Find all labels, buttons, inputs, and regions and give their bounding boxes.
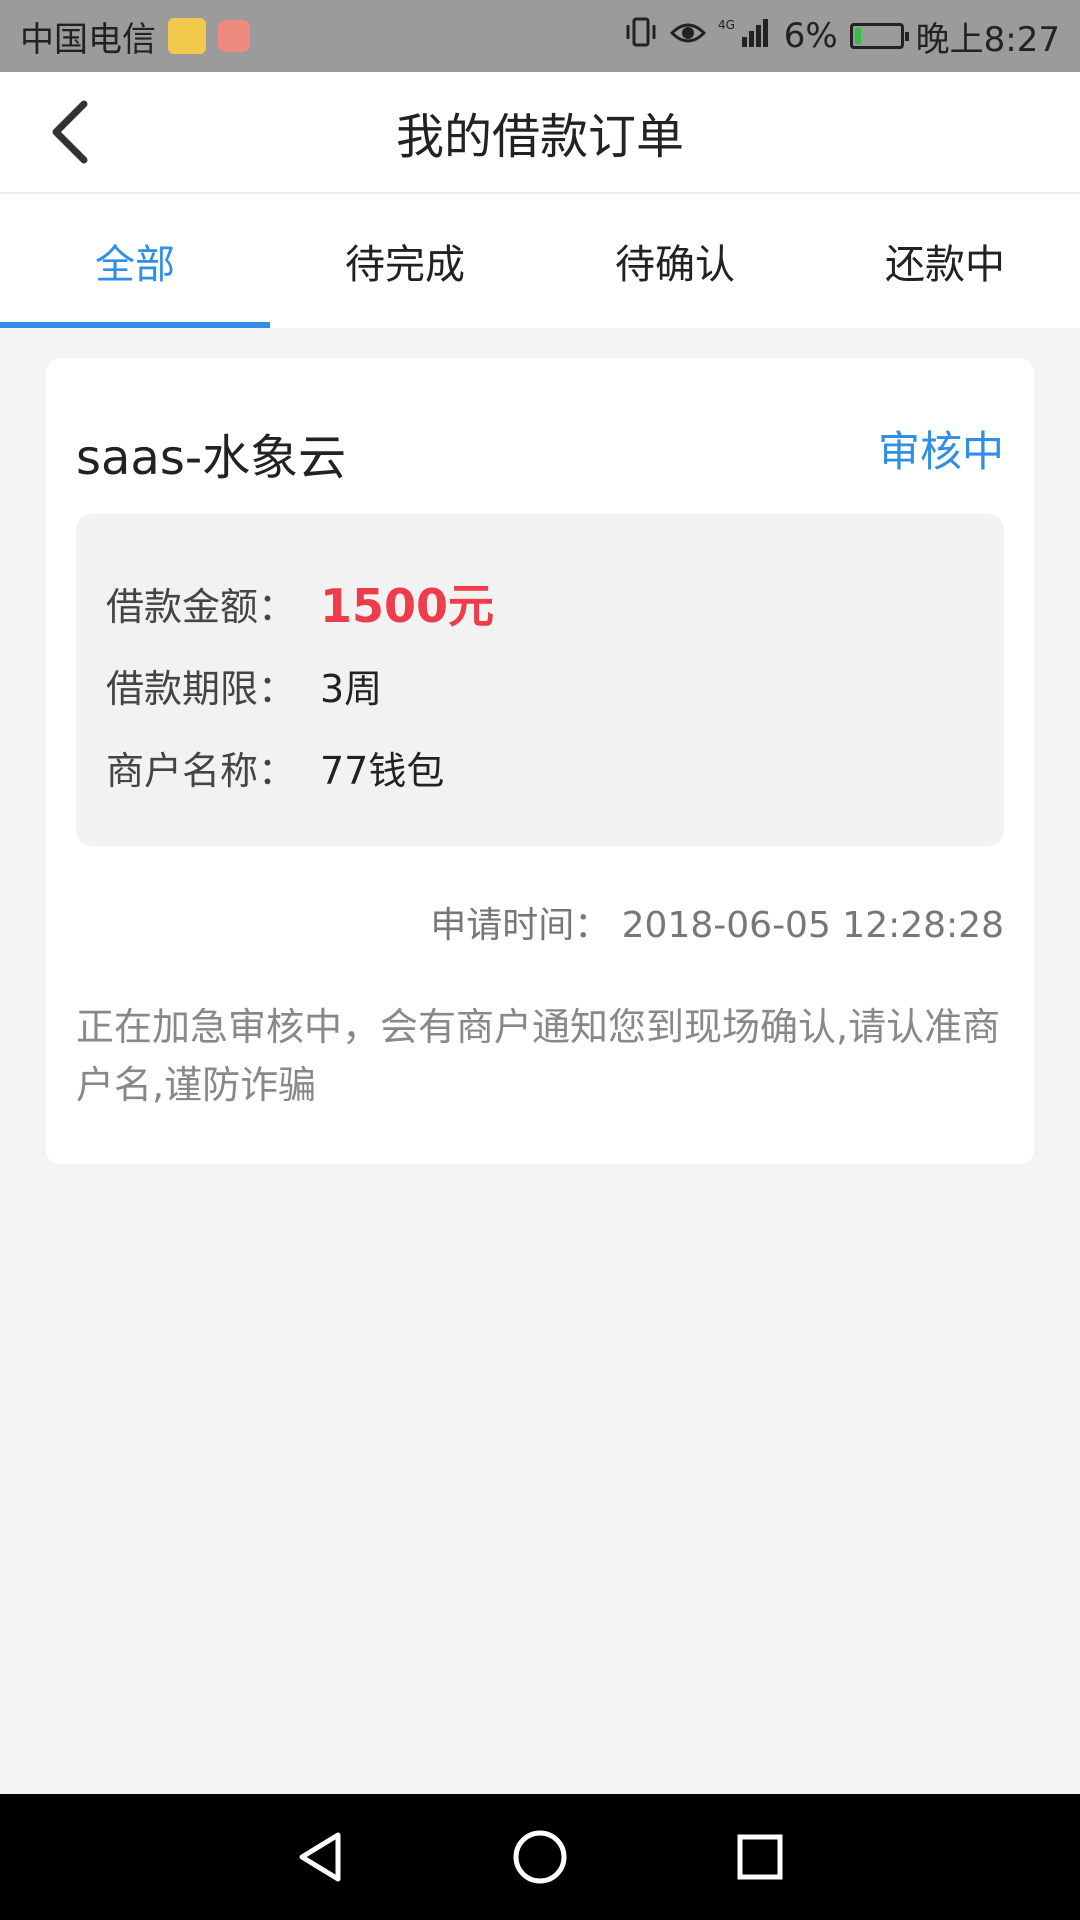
eye-icon — [669, 16, 706, 56]
navigation-bar — [0, 1794, 1080, 1920]
header: 我的借款订单 — [0, 72, 1080, 194]
chevron-left-icon — [52, 100, 88, 164]
nav-recents-button[interactable] — [725, 1822, 795, 1892]
detail-row-term: 借款期限： 3周 — [106, 658, 382, 713]
square-recents-icon — [737, 1834, 783, 1880]
back-button[interactable] — [30, 92, 110, 172]
notice-text: 正在加急审核中，会有商户通知您到现场确认,请认准商户名,谨防诈骗 — [76, 1005, 1001, 1107]
tab-bar: 全部 待完成 待确认 还款中 — [0, 194, 1080, 328]
merchant-value: 77钱包 — [320, 749, 445, 793]
network-label: 4G — [718, 18, 735, 32]
nav-back-button[interactable] — [285, 1822, 355, 1892]
order-details: 借款金额： 1500元 借款期限： 3周 商户名称： 77钱包 — [76, 514, 1004, 846]
app-notification-icon — [168, 18, 206, 54]
status-right: 4G 6% 晚上8:27 — [624, 12, 1060, 61]
term-value: 3周 — [320, 667, 383, 711]
tab-all[interactable]: 全部 — [0, 194, 270, 328]
vibrate-icon — [624, 15, 658, 58]
detail-row-amount: 借款金额： 1500元 — [106, 570, 494, 636]
apply-time: 申请时间： 2018-06-05 12:28:28 — [430, 905, 1004, 946]
merchant-label: 商户名称： — [106, 749, 297, 793]
detail-row-merchant: 商户名称： 77钱包 — [106, 740, 444, 795]
order-status: 审核中 — [877, 427, 1004, 476]
tab-repaying[interactable]: 还款中 — [810, 194, 1080, 328]
amount-label: 借款金额： — [106, 584, 297, 629]
order-card[interactable]: saas-水象云 审核中 借款金额： 1500元 借款期限： 3周 商户名称： … — [46, 358, 1034, 1164]
circle-home-icon — [513, 1830, 567, 1884]
battery-icon — [849, 23, 909, 49]
mail-notification-icon — [218, 20, 250, 52]
signal-icon: 4G — [718, 15, 772, 58]
term-label: 借款期限： — [106, 667, 297, 711]
page-title: 我的借款订单 — [395, 109, 684, 165]
status-left: 中国电信 — [20, 12, 250, 61]
battery-percent: 6% — [783, 16, 838, 56]
carrier-text: 中国电信 — [20, 19, 156, 60]
order-name: saas-水象云 — [76, 430, 347, 486]
amount-value: 1500元 — [320, 579, 495, 633]
clock: 晚上8:27 — [915, 19, 1060, 60]
tab-pending[interactable]: 待完成 — [270, 194, 540, 328]
nav-home-button[interactable] — [505, 1822, 575, 1892]
tab-to-confirm[interactable]: 待确认 — [540, 194, 810, 328]
status-bar: 中国电信 4G 6% 晚上8:27 — [0, 0, 1080, 72]
triangle-back-icon — [299, 1832, 341, 1882]
